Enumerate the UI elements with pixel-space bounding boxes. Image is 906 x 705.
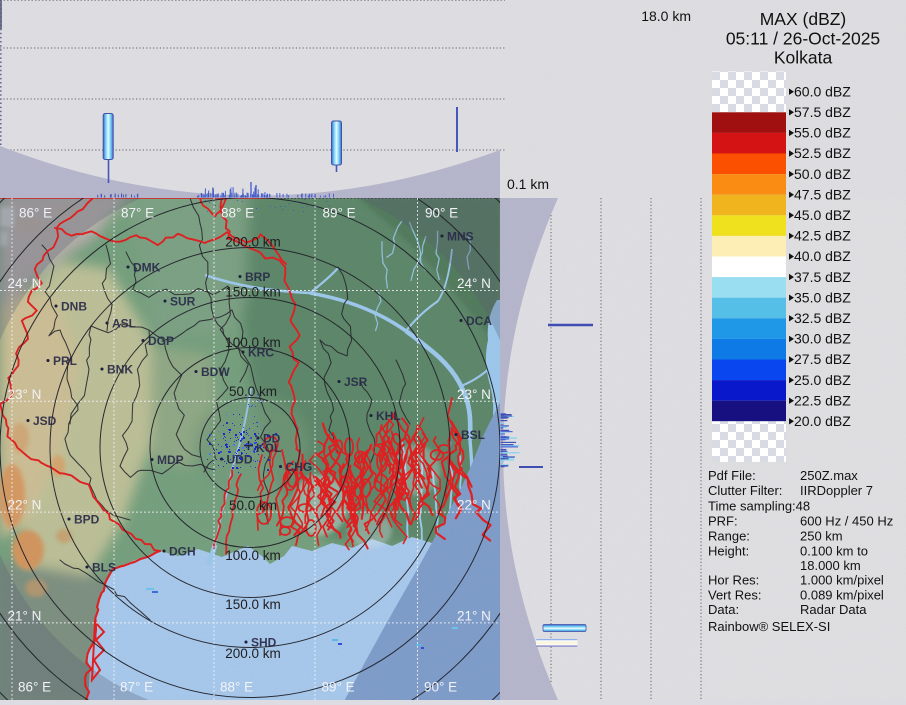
- svg-text:1.000 km/pixel: 1.000 km/pixel: [800, 573, 884, 588]
- svg-text:32.5 dBZ: 32.5 dBZ: [794, 310, 851, 326]
- svg-text:37.5 dBZ: 37.5 dBZ: [794, 269, 851, 285]
- svg-text:35.0 dBZ: 35.0 dBZ: [794, 289, 851, 305]
- svg-text:27.5 dBZ: 27.5 dBZ: [794, 351, 851, 367]
- svg-text:50.0 dBZ: 50.0 dBZ: [794, 166, 851, 182]
- svg-text:42.5 dBZ: 42.5 dBZ: [794, 228, 851, 244]
- svg-text:40.0 dBZ: 40.0 dBZ: [794, 248, 851, 264]
- svg-text:Rainbow® SELEX-SI: Rainbow® SELEX-SI: [708, 619, 830, 634]
- svg-text:Clutter Filter:: Clutter Filter:: [708, 483, 782, 498]
- svg-text:Height:: Height:: [708, 544, 749, 559]
- svg-text:0.1 km: 0.1 km: [507, 176, 549, 192]
- svg-text:05:11 / 26-Oct-2025: 05:11 / 26-Oct-2025: [726, 29, 880, 49]
- svg-text:60.0 dBZ: 60.0 dBZ: [794, 83, 851, 99]
- svg-text:250Z.max: 250Z.max: [800, 468, 858, 483]
- svg-text:0.100 km to: 0.100 km to: [800, 544, 868, 559]
- svg-text:IIRDoppler 7: IIRDoppler 7: [800, 483, 873, 498]
- svg-text:47.5 dBZ: 47.5 dBZ: [794, 186, 851, 202]
- svg-text:Range:: Range:: [708, 529, 750, 544]
- svg-text:Time sampling:48: Time sampling:48: [708, 499, 810, 514]
- svg-text:Pdf File:: Pdf File:: [708, 468, 756, 483]
- svg-text:PRF:: PRF:: [708, 514, 738, 529]
- svg-text:30.0 dBZ: 30.0 dBZ: [794, 331, 851, 347]
- svg-text:18.000 km: 18.000 km: [800, 558, 861, 573]
- svg-text:Radar Data: Radar Data: [800, 602, 867, 617]
- svg-text:57.5 dBZ: 57.5 dBZ: [794, 104, 851, 120]
- svg-text:20.0 dBZ: 20.0 dBZ: [794, 413, 851, 429]
- svg-text:Vert Res:: Vert Res:: [708, 588, 761, 603]
- svg-text:52.5 dBZ: 52.5 dBZ: [794, 145, 851, 161]
- svg-text:18.0 km: 18.0 km: [641, 8, 691, 24]
- svg-text:250 km: 250 km: [800, 529, 843, 544]
- svg-text:Kolkata: Kolkata: [774, 48, 833, 68]
- svg-text:Hor Res:: Hor Res:: [708, 573, 759, 588]
- svg-text:55.0 dBZ: 55.0 dBZ: [794, 125, 851, 141]
- svg-text:45.0 dBZ: 45.0 dBZ: [794, 207, 851, 223]
- svg-text:25.0 dBZ: 25.0 dBZ: [794, 372, 851, 388]
- svg-text:22.5 dBZ: 22.5 dBZ: [794, 392, 851, 408]
- svg-text:600 Hz / 450 Hz: 600 Hz / 450 Hz: [800, 514, 893, 529]
- svg-text:Data:: Data:: [708, 602, 739, 617]
- svg-text:0.089 km/pixel: 0.089 km/pixel: [800, 588, 884, 603]
- svg-text:MAX (dBZ): MAX (dBZ): [760, 9, 847, 29]
